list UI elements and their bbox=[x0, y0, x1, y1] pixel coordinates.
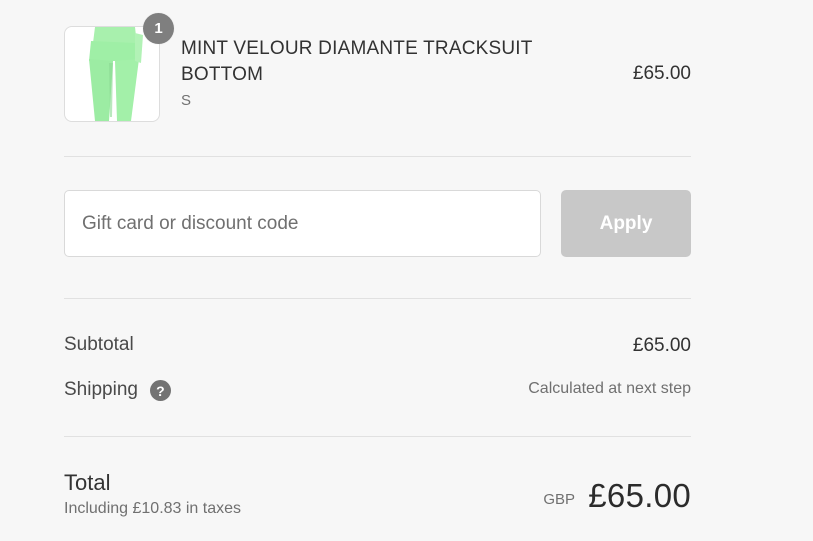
product-line-item: 1 MINT VELOUR DIAMANTE TRACKSUIT BOTTOM … bbox=[64, 0, 691, 156]
product-variant: S bbox=[181, 92, 192, 109]
apply-button[interactable]: Apply bbox=[561, 190, 691, 257]
product-thumbnail: 1 bbox=[64, 13, 174, 122]
product-name: MINT VELOUR DIAMANTE TRACKSUIT BOTTOM bbox=[181, 38, 533, 85]
shipping-label: Shipping bbox=[64, 378, 138, 400]
discount-code-input[interactable] bbox=[64, 190, 541, 257]
tax-note: Including £10.83 in taxes bbox=[64, 500, 242, 517]
cost-lines: Subtotal £65.00 Shipping ? Calculated at… bbox=[64, 299, 691, 436]
question-circle-icon[interactable]: ? bbox=[149, 380, 171, 401]
shipping-label-group: Shipping ? bbox=[64, 378, 171, 401]
tracksuit-bottom-thumbnail bbox=[65, 27, 159, 121]
total-amount: £65.00 bbox=[588, 477, 691, 514]
order-summary: 1 MINT VELOUR DIAMANTE TRACKSUIT BOTTOM … bbox=[64, 0, 691, 541]
currency-code: GBP bbox=[543, 491, 575, 508]
subtotal-label: Subtotal bbox=[64, 334, 134, 355]
total-section: Total Including £10.83 in taxes GBP £65.… bbox=[64, 437, 691, 541]
product-price: £65.00 bbox=[632, 63, 691, 84]
shipping-value: Calculated at next step bbox=[528, 380, 691, 397]
quantity-badge: 1 bbox=[143, 13, 174, 44]
total-label: Total bbox=[64, 470, 111, 495]
subtotal-value: £65.00 bbox=[632, 335, 691, 356]
discount-section: Apply bbox=[64, 157, 691, 298]
